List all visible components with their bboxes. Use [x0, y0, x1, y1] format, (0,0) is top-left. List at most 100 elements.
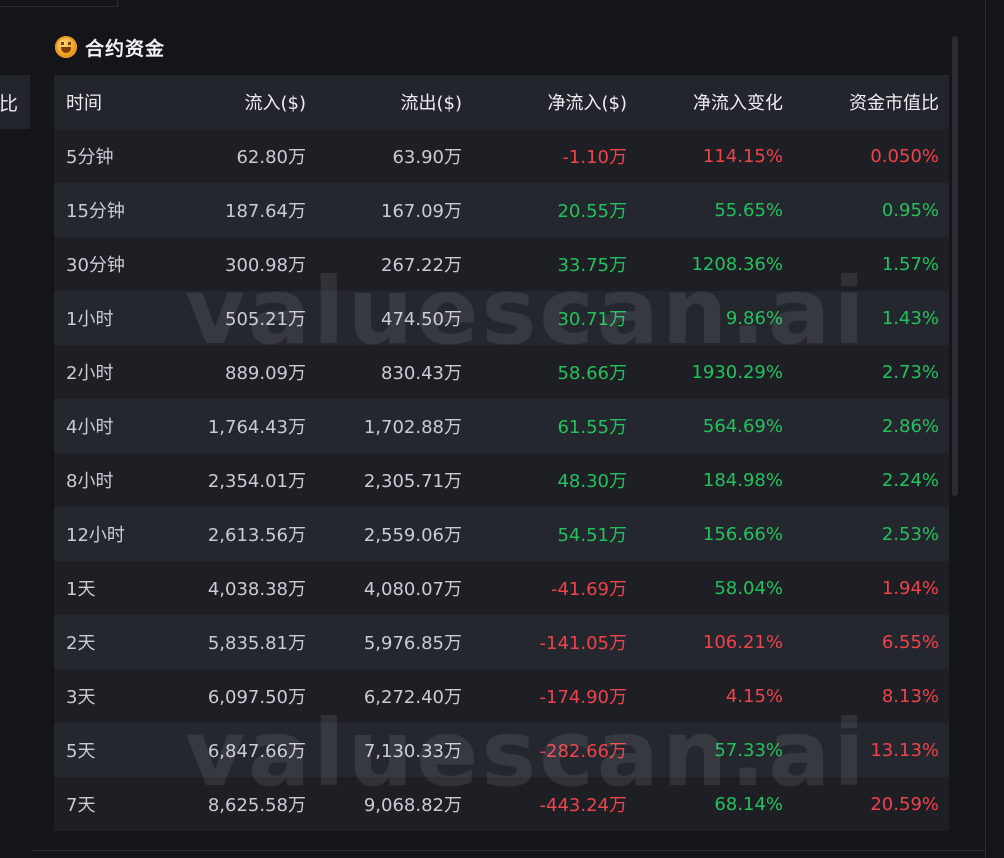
- cell-inflow: 2,354.01万: [207, 471, 306, 492]
- cell-fund-mcap-ratio: 0.050%: [870, 145, 939, 167]
- vertical-scrollbar[interactable]: [952, 36, 958, 496]
- table-row[interactable]: 3天 6,097.50万 6,272.40万 -174.90万 4.15% 8.13%: [54, 669, 949, 723]
- header-outflow[interactable]: 流出($): [306, 89, 463, 115]
- left-table-header-fragment: 比: [0, 75, 30, 129]
- cell-net-change: 55.65%: [714, 199, 783, 221]
- cell-fund-mcap-ratio: 1.43%: [881, 307, 939, 329]
- table-row[interactable]: 7天 8,625.58万 9,068.82万 -443.24万 68.14% 20.59%: [54, 777, 949, 831]
- cell-net-inflow: -1.10万: [562, 147, 627, 168]
- cell-net-change: 1208.36%: [691, 253, 783, 275]
- cell-inflow: 300.98万: [225, 255, 306, 276]
- cell-time: 5分钟: [66, 147, 114, 168]
- cell-outflow: 267.22万: [381, 255, 462, 276]
- cell-time: 12小时: [66, 525, 125, 546]
- cell-time: 8小时: [66, 471, 114, 492]
- cell-time: 2天: [66, 633, 96, 654]
- cell-net-inflow: -141.05万: [539, 633, 627, 654]
- cell-time: 7天: [66, 795, 96, 816]
- cell-net-inflow: 48.30万: [557, 471, 627, 492]
- header-net-change[interactable]: 净流入变化: [627, 89, 783, 115]
- cell-outflow: 1,702.88万: [363, 417, 462, 438]
- cell-fund-mcap-ratio: 13.13%: [870, 739, 939, 761]
- cell-net-inflow: -174.90万: [539, 687, 627, 708]
- table-row[interactable]: 2小时 889.09万 830.43万 58.66万 1930.29% 2.73%: [54, 345, 949, 399]
- section-title: 合约资金: [85, 37, 166, 60]
- cell-outflow: 6,272.40万: [363, 687, 462, 708]
- cell-net-inflow: 33.75万: [557, 255, 627, 276]
- cell-fund-mcap-ratio: 1.94%: [881, 577, 939, 599]
- page: 比 合约资金 时间 流入($) 流出($) 净流入($) 净流入变化 资金市值比…: [0, 0, 1004, 858]
- cell-fund-mcap-ratio: 0.95%: [881, 199, 939, 221]
- cell-outflow: 4,080.07万: [363, 579, 462, 600]
- cell-net-change: 156.66%: [702, 523, 783, 545]
- table-row[interactable]: 5分钟 62.80万 63.90万 -1.10万 114.15% 0.050%: [54, 129, 949, 183]
- cell-net-change: 58.04%: [714, 577, 783, 599]
- cell-inflow: 2,613.56万: [207, 525, 306, 546]
- cell-fund-mcap-ratio: 8.13%: [881, 685, 939, 707]
- cell-outflow: 9,068.82万: [363, 795, 462, 816]
- top-left-tab-edge: [0, 0, 118, 7]
- cell-time: 15分钟: [66, 201, 125, 222]
- table-row[interactable]: 15分钟 187.64万 167.09万 20.55万 55.65% 0.95%: [54, 183, 949, 237]
- table-header-row: 时间 流入($) 流出($) 净流入($) 净流入变化 资金市值比: [54, 75, 949, 129]
- cell-net-inflow: -443.24万: [539, 795, 627, 816]
- cell-inflow: 187.64万: [225, 201, 306, 222]
- cell-inflow: 1,764.43万: [207, 417, 306, 438]
- cell-net-change: 564.69%: [702, 415, 783, 437]
- panel-right-border: [985, 0, 986, 858]
- coin-icon: [55, 36, 77, 58]
- cell-time: 1天: [66, 579, 96, 600]
- cell-net-inflow: 61.55万: [557, 417, 627, 438]
- cell-outflow: 474.50万: [381, 309, 462, 330]
- cell-fund-mcap-ratio: 2.53%: [881, 523, 939, 545]
- contract-funds-table: 时间 流入($) 流出($) 净流入($) 净流入变化 资金市值比 5分钟 62.…: [54, 75, 949, 831]
- cell-time: 5天: [66, 741, 96, 762]
- cell-inflow: 505.21万: [225, 309, 306, 330]
- cell-fund-mcap-ratio: 2.86%: [881, 415, 939, 437]
- cell-time: 3天: [66, 687, 96, 708]
- cell-inflow: 62.80万: [236, 147, 306, 168]
- table-row[interactable]: 5天 6,847.66万 7,130.33万 -282.66万 57.33% 13.13%: [54, 723, 949, 777]
- header-fund-mcap-ratio[interactable]: 资金市值比: [783, 89, 939, 115]
- cell-net-change: 114.15%: [702, 145, 783, 167]
- section-header: 合约资金: [55, 33, 165, 61]
- cell-inflow: 4,038.38万: [207, 579, 306, 600]
- cell-net-change: 106.21%: [702, 631, 783, 653]
- cell-net-inflow: 20.55万: [557, 201, 627, 222]
- cell-outflow: 2,559.06万: [363, 525, 462, 546]
- table-row[interactable]: 4小时 1,764.43万 1,702.88万 61.55万 564.69% 2.86%: [54, 399, 949, 453]
- cell-net-inflow: -41.69万: [550, 579, 627, 600]
- cell-net-inflow: -282.66万: [539, 741, 627, 762]
- table-row[interactable]: 1天 4,038.38万 4,080.07万 -41.69万 58.04% 1.94%: [54, 561, 949, 615]
- cell-inflow: 6,097.50万: [207, 687, 306, 708]
- cell-net-change: 4.15%: [725, 685, 783, 707]
- cell-fund-mcap-ratio: 2.24%: [881, 469, 939, 491]
- cell-outflow: 2,305.71万: [363, 471, 462, 492]
- cell-net-change: 1930.29%: [691, 361, 783, 383]
- table-row[interactable]: 30分钟 300.98万 267.22万 33.75万 1208.36% 1.57%: [54, 237, 949, 291]
- cell-net-change: 57.33%: [714, 739, 783, 761]
- cell-outflow: 167.09万: [381, 201, 462, 222]
- cell-outflow: 830.43万: [381, 363, 462, 384]
- table-row[interactable]: 12小时 2,613.56万 2,559.06万 54.51万 156.66% 2.53%: [54, 507, 949, 561]
- cell-time: 4小时: [66, 417, 114, 438]
- header-inflow[interactable]: 流入($): [166, 89, 307, 115]
- cell-net-inflow: 58.66万: [557, 363, 627, 384]
- cell-inflow: 889.09万: [225, 363, 306, 384]
- table-row[interactable]: 2天 5,835.81万 5,976.85万 -141.05万 106.21% 6.55%: [54, 615, 949, 669]
- panel-bottom-border: [31, 850, 986, 851]
- cell-net-change: 9.86%: [725, 307, 783, 329]
- cell-fund-mcap-ratio: 2.73%: [881, 361, 939, 383]
- table-row[interactable]: 1小时 505.21万 474.50万 30.71万 9.86% 1.43%: [54, 291, 949, 345]
- cell-outflow: 7,130.33万: [363, 741, 462, 762]
- cell-net-inflow: 54.51万: [557, 525, 627, 546]
- cell-fund-mcap-ratio: 1.57%: [881, 253, 939, 275]
- cell-outflow: 63.90万: [392, 147, 462, 168]
- cell-time: 1小时: [66, 309, 114, 330]
- header-net-inflow[interactable]: 净流入($): [462, 89, 628, 115]
- cell-time: 30分钟: [66, 255, 125, 276]
- cell-inflow: 8,625.58万: [207, 795, 306, 816]
- table-row[interactable]: 8小时 2,354.01万 2,305.71万 48.30万 184.98% 2.24%: [54, 453, 949, 507]
- cell-net-change: 68.14%: [714, 793, 783, 815]
- header-time[interactable]: 时间: [54, 89, 166, 115]
